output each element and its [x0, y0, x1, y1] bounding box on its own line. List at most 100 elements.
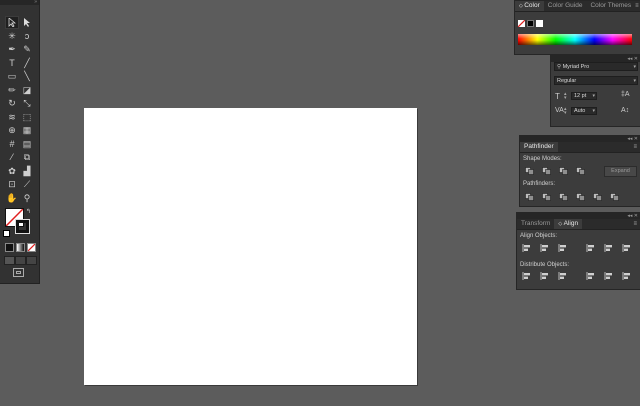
default-fill-stroke-icon[interactable] [3, 230, 10, 237]
eraser-tool-icon[interactable]: ◪ [21, 85, 33, 96]
none-slash-icon [518, 20, 525, 27]
draw-inside-button[interactable] [26, 256, 37, 265]
divide-icon[interactable] [525, 193, 534, 201]
panel-menu-icon[interactable]: ≡ [635, 1, 640, 11]
slice-tool-icon[interactable]: ⟋ [21, 179, 33, 190]
font-style-field[interactable]: Regular ▾ [554, 76, 638, 85]
align-vertical-center-icon[interactable] [604, 244, 613, 252]
swap-fill-stroke-icon[interactable]: ↰ [26, 208, 31, 215]
align-left-icon[interactable] [522, 244, 531, 252]
width-tool-icon[interactable]: ≋ [6, 112, 18, 123]
zoom-tool-icon[interactable]: ⚲ [21, 193, 33, 204]
mesh-tool-icon[interactable]: # [6, 139, 18, 150]
lasso-tool-icon[interactable]: ↄ [21, 31, 33, 42]
pathfinder-panel-tabs: Pathfinder ≡ [520, 142, 640, 153]
distribute-vertical-center-icon[interactable] [540, 272, 549, 280]
exclude-icon[interactable] [576, 167, 585, 175]
expand-button[interactable]: Expand [604, 166, 637, 177]
gradient-mode-button[interactable] [16, 243, 25, 252]
tab-align[interactable]: ◇ Align [554, 219, 583, 229]
tab-transform[interactable]: Transform [517, 219, 554, 229]
line-segment-tool-icon[interactable]: ╱ [21, 58, 33, 69]
distribute-bottom-icon[interactable] [558, 272, 567, 280]
none-slash-icon [28, 244, 35, 251]
chevron-down-icon: ▾ [592, 108, 595, 114]
eyedropper-tool-icon[interactable]: ⁄ [6, 152, 18, 163]
none-mode-button[interactable] [27, 243, 36, 252]
panel-menu-icon[interactable]: ≡ [633, 219, 640, 229]
outline-icon[interactable] [593, 193, 602, 201]
intersect-icon[interactable] [559, 167, 568, 175]
tools-panel-grip[interactable]: » [0, 0, 39, 5]
tools-panel: » ✳ ↄ ✒ ✎ T ╱ ▭ ╲ ✏ ◪ ↻ ⤡ ≋ ⬚ ⊕ ▦ # ▤ ⁄ ⧉ ✿ ▟ ⊡ ⟋ ✋ ⚲ ↰ [0, 0, 40, 284]
crop-icon[interactable] [576, 193, 585, 201]
leading-stepper[interactable]: ▴ ▾ [564, 107, 567, 116]
align-panel: ◂◂ ✕ Transform ◇ Align ≡ Align Objects: … [516, 212, 640, 290]
artboard[interactable] [84, 108, 417, 385]
scale-tool-icon[interactable]: ⤡ [21, 98, 33, 109]
artboard-tool-icon[interactable]: ⊡ [6, 179, 18, 190]
align-horizontal-center-icon[interactable] [540, 244, 549, 252]
pathfinders-label: Pathfinders: [523, 181, 556, 187]
font-size-field[interactable]: 12 pt ▾ [571, 92, 597, 100]
align-objects-label: Align Objects: [520, 233, 558, 239]
rectangle-tool-icon[interactable]: ▭ [6, 71, 18, 82]
chevron-down-icon: ▾ [633, 78, 636, 84]
align-top-icon[interactable] [586, 244, 595, 252]
unite-icon[interactable] [525, 167, 534, 175]
font-size-icon: T [555, 92, 560, 101]
blend-tool-icon[interactable]: ⧉ [21, 152, 33, 163]
stroke-swatch[interactable] [15, 219, 30, 234]
paintbrush-tool-icon[interactable]: ╲ [21, 71, 33, 82]
font-size-stepper[interactable]: ▴ ▾ [564, 92, 567, 101]
chevron-down-icon: ▾ [592, 93, 595, 99]
distribute-left-icon[interactable] [586, 272, 595, 280]
column-graph-tool-icon[interactable]: ▟ [21, 166, 33, 177]
tab-pathfinder[interactable]: Pathfinder [520, 142, 558, 152]
tab-color[interactable]: ◇ Color [515, 1, 544, 11]
perspective-grid-tool-icon[interactable]: ▦ [21, 125, 33, 136]
distribute-horizontal-center-icon[interactable] [604, 272, 613, 280]
trim-icon[interactable] [542, 193, 551, 201]
draw-behind-button[interactable] [15, 256, 26, 265]
kerning-icon: A↕ [621, 107, 630, 114]
pencil-tool-icon[interactable]: ✏ [6, 85, 18, 96]
distribute-top-icon[interactable] [522, 272, 531, 280]
direct-selection-tool-icon[interactable] [21, 17, 33, 28]
tab-color-guide[interactable]: Color Guide [544, 1, 587, 11]
color-black-swatch[interactable] [527, 20, 534, 27]
color-fill-none-swatch[interactable] [518, 20, 525, 27]
align-bottom-icon[interactable] [622, 244, 631, 252]
align-right-icon[interactable] [558, 244, 567, 252]
color-mode-button[interactable] [5, 243, 14, 252]
leading-field[interactable]: Auto ▾ [571, 107, 597, 115]
tab-color-themes[interactable]: Color Themes [586, 1, 635, 11]
character-panel: ◂◂ ✕ ⚲ Myriad Pro ▾ Regular ▾ T ▴ ▾ 12 pt… [550, 55, 640, 127]
distribute-right-icon[interactable] [622, 272, 631, 280]
shape-builder-tool-icon[interactable]: ⊕ [6, 125, 18, 136]
leading-icon: ‡A [621, 91, 630, 98]
panel-menu-icon[interactable]: ≡ [633, 142, 640, 152]
pen-tool-icon[interactable]: ✒ [6, 44, 18, 55]
screen-mode-icon[interactable] [13, 268, 24, 277]
rotate-tool-icon[interactable]: ↻ [6, 98, 18, 109]
draw-normal-button[interactable] [4, 256, 15, 265]
magic-wand-tool-icon[interactable]: ✳ [6, 31, 18, 42]
gradient-tool-icon[interactable]: ▤ [21, 139, 33, 150]
hand-tool-icon[interactable]: ✋ [6, 193, 18, 204]
color-panel: ◇ Color Color Guide Color Themes ≡ [514, 0, 640, 55]
chevron-down-icon: ▾ [633, 64, 636, 70]
color-white-swatch[interactable] [536, 20, 543, 27]
symbol-sprayer-tool-icon[interactable]: ✿ [6, 166, 18, 177]
pathfinder-panel: ◂◂ ✕ Pathfinder ≡ Shape Modes: Expand Pa… [519, 135, 640, 207]
minus-back-icon[interactable] [610, 193, 619, 201]
free-transform-tool-icon[interactable]: ⬚ [21, 112, 33, 123]
minus-front-icon[interactable] [542, 167, 551, 175]
color-spectrum-bar[interactable] [518, 34, 632, 45]
selection-tool-icon[interactable] [5, 16, 19, 29]
merge-icon[interactable] [559, 193, 568, 201]
type-tool-icon[interactable]: T [6, 58, 18, 69]
shape-modes-label: Shape Modes: [523, 156, 562, 162]
font-family-field[interactable]: ⚲ Myriad Pro ▾ [554, 62, 638, 71]
curvature-tool-icon[interactable]: ✎ [21, 44, 33, 55]
